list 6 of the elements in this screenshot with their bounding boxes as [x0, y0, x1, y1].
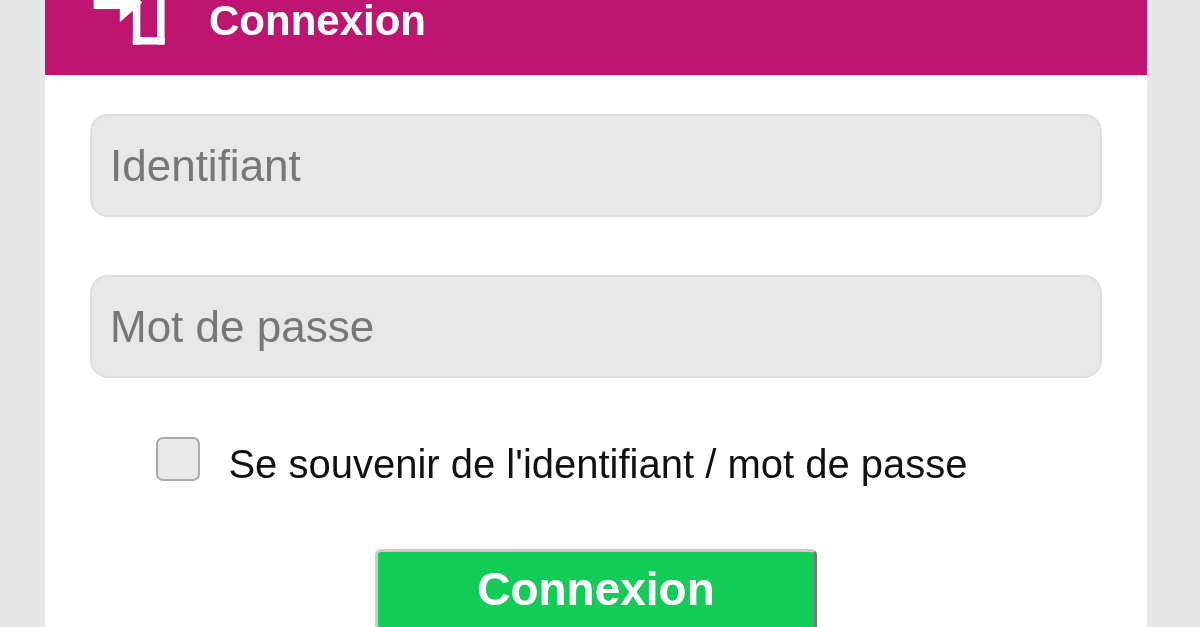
header-title: Connexion	[209, 0, 426, 42]
checkbox[interactable]	[156, 436, 201, 481]
input-field[interactable]: Mot de passe	[90, 275, 1102, 378]
login-button[interactable]: Connexion	[375, 549, 817, 627]
input-field[interactable]: Identifiant	[90, 114, 1102, 217]
checkbox-label: Se souvenir de l'identifiant / mot de passe	[228, 442, 968, 487]
